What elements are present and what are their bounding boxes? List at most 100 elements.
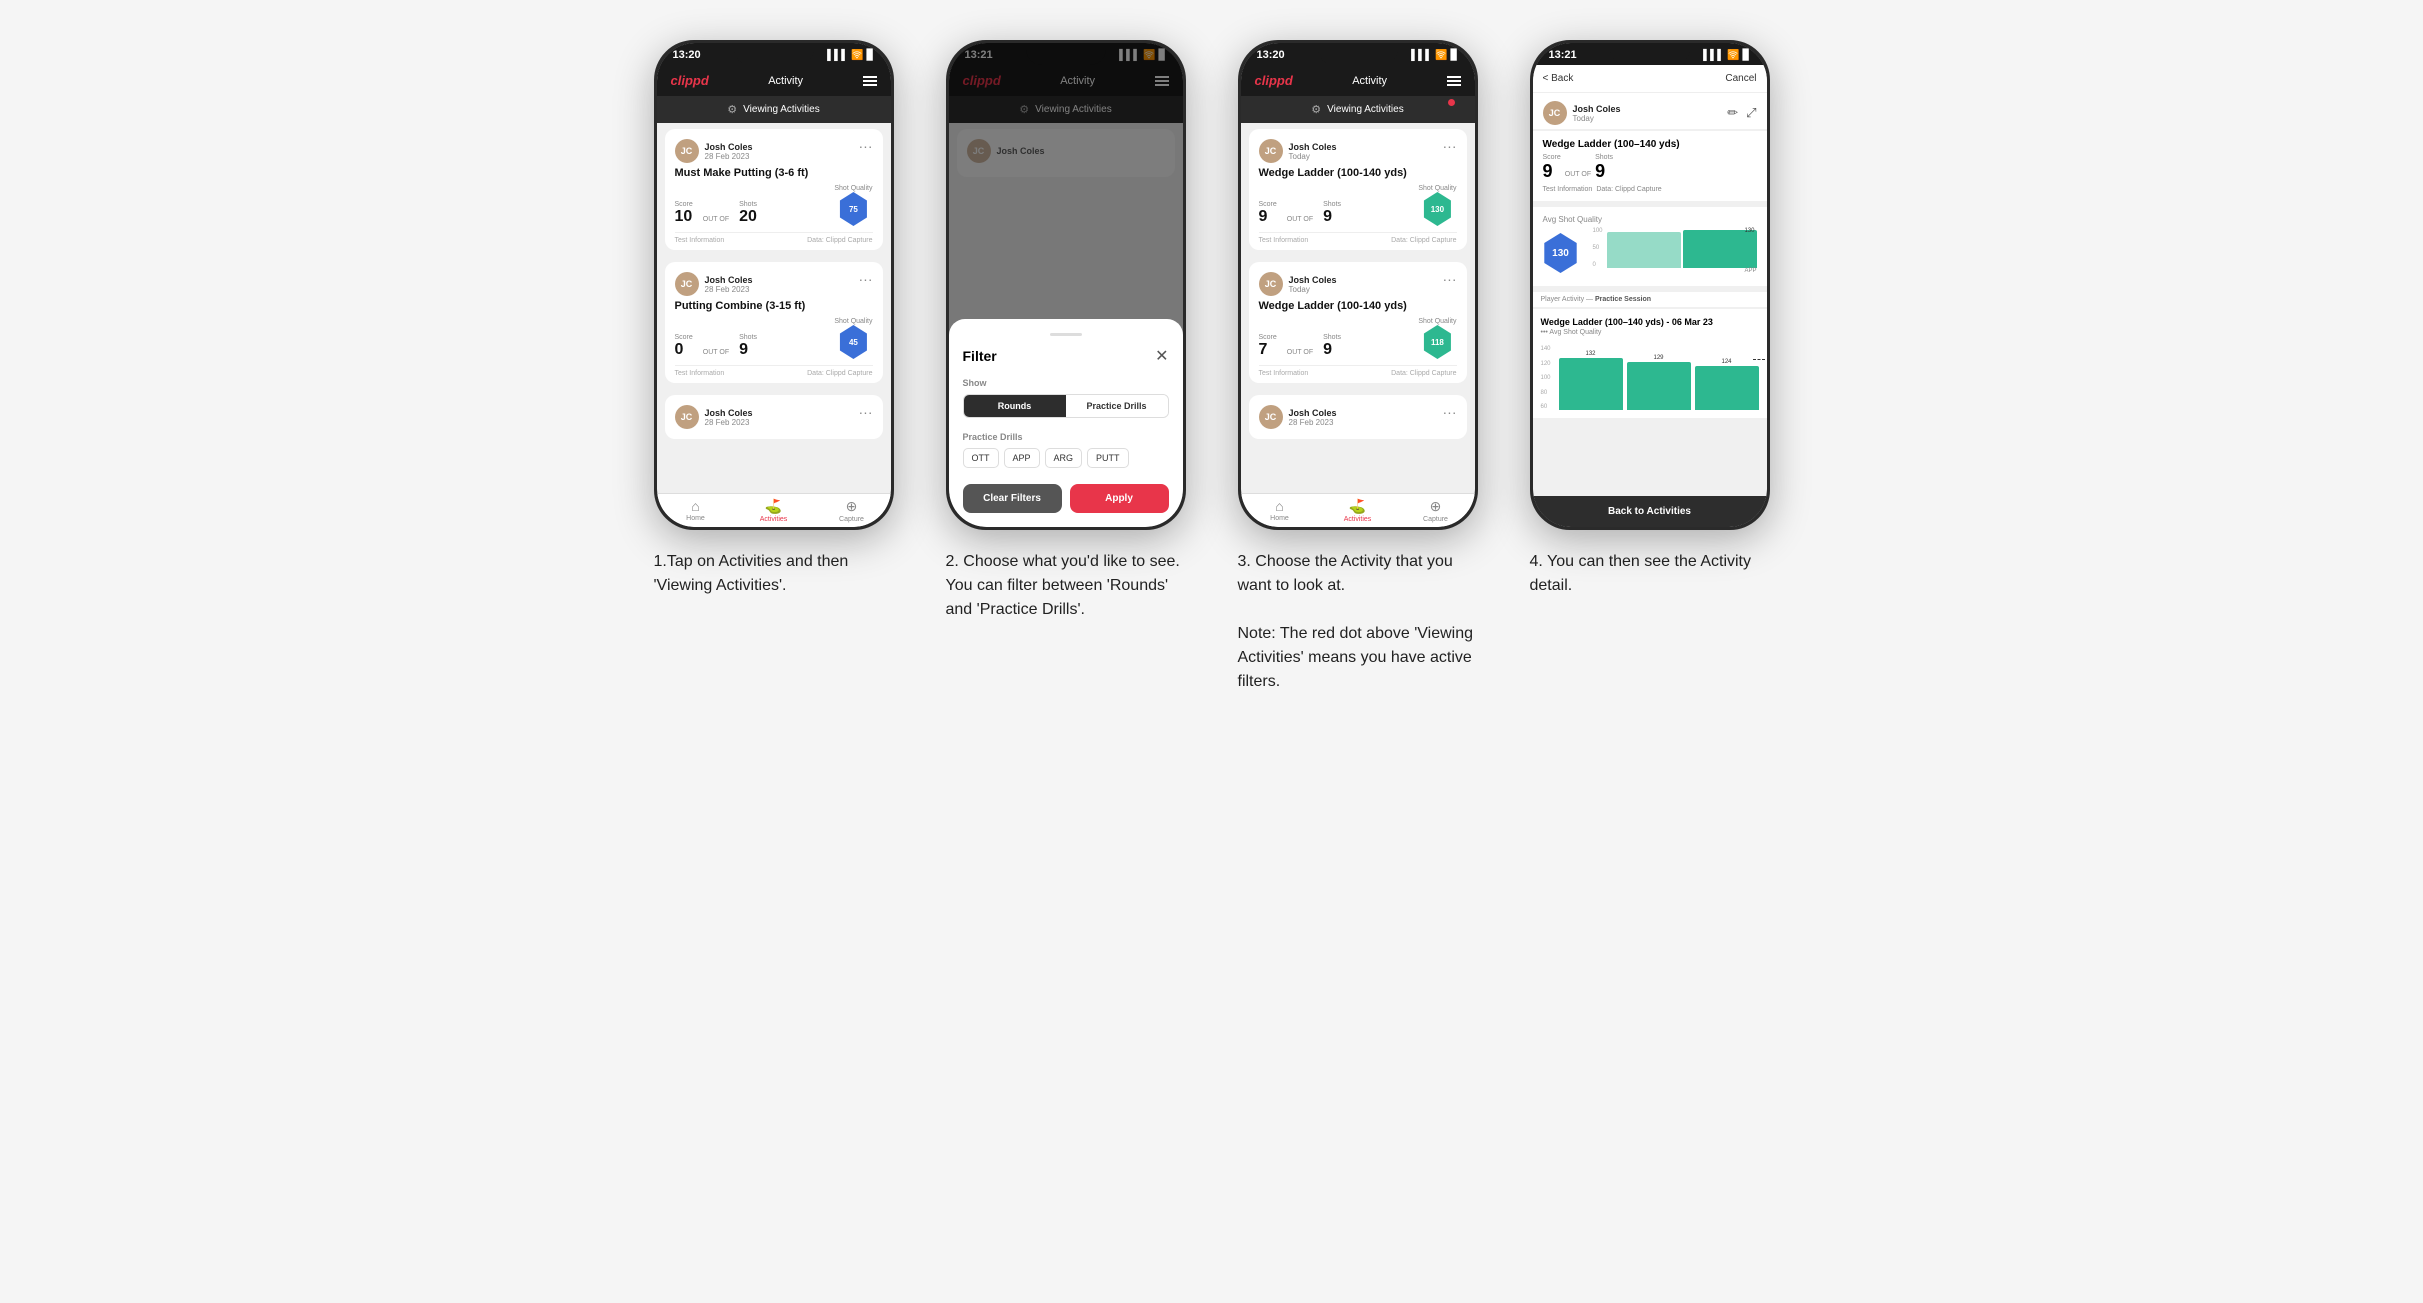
- activity-card-3-partial[interactable]: JC Josh Coles 28 Feb 2023 ···: [665, 395, 883, 439]
- capture-label-1: Capture: [839, 516, 864, 523]
- avatar-4: JC: [1543, 101, 1567, 125]
- drill-tag-arg[interactable]: ARG: [1045, 448, 1083, 468]
- hamburger-1[interactable]: [863, 76, 877, 86]
- phone-col-2: 13:21 ▌▌▌ 🛜 ▊ clippd Activity ⚙ Viewing …: [936, 40, 1196, 622]
- battery-icon-4: ▊: [1743, 50, 1751, 61]
- tab-capture-3[interactable]: ⊕ Capture: [1397, 498, 1475, 523]
- more-dots-3-2[interactable]: ···: [1443, 272, 1457, 286]
- desc-2: 2. Choose what you'd like to see. You ca…: [946, 550, 1186, 622]
- tab-activities-1[interactable]: ⛳ Activities: [735, 498, 813, 523]
- tab-home-3[interactable]: ⌂ Home: [1241, 498, 1319, 523]
- drill-tags: OTT APP ARG PUTT: [963, 448, 1169, 468]
- card-footer-2: Test Information Data: Clippd Capture: [675, 365, 873, 377]
- time-1: 13:20: [673, 49, 701, 61]
- clear-filters-button[interactable]: Clear Filters: [963, 484, 1062, 513]
- desc-4: 4. You can then see the Activity detail.: [1530, 550, 1770, 598]
- phone-col-1: 13:20 ▌▌▌ 🛜 ▊ clippd Activity ⚙: [644, 40, 904, 598]
- status-icons-1: ▌▌▌ 🛜 ▊: [827, 50, 874, 61]
- stat-score-1: Score 10: [675, 201, 693, 226]
- hamburger-3[interactable]: [1447, 76, 1461, 86]
- nav-title-3: Activity: [1352, 75, 1387, 87]
- avatar-3-2: JC: [1259, 272, 1283, 296]
- expand-icon[interactable]: ⤢: [1746, 105, 1756, 121]
- more-dots-3-1[interactable]: ···: [1443, 139, 1457, 153]
- activity-card-3-1[interactable]: JC Josh Coles Today ··· Wedge Ladder (10…: [1249, 129, 1467, 250]
- detail-user-row: JC Josh Coles Today ✏ ⤢: [1533, 93, 1767, 129]
- more-dots-1[interactable]: ···: [859, 139, 873, 153]
- desc-3: 3. Choose the Activity that you want to …: [1238, 550, 1478, 694]
- card-footer-1: Test Information Data: Clippd Capture: [675, 232, 873, 244]
- viewing-bar-text-3: Viewing Activities: [1327, 104, 1404, 115]
- filter-modal-overlay: Filter ✕ Show Rounds Practice Drills Pra…: [949, 43, 1183, 527]
- wifi-icon: 🛜: [851, 50, 863, 61]
- activity-title-1: Must Make Putting (3-6 ft): [675, 167, 873, 179]
- time-4: 13:21: [1549, 49, 1577, 61]
- user-name-2: Josh Coles: [705, 275, 753, 285]
- screen-content-4: JC Josh Coles Today ✏ ⤢: [1533, 93, 1767, 496]
- tab-capture-1[interactable]: ⊕ Capture: [813, 498, 891, 523]
- filter-modal-sheet: Filter ✕ Show Rounds Practice Drills Pra…: [949, 319, 1183, 527]
- sq-val-1: 75: [849, 205, 858, 214]
- phone-2-screen: 13:21 ▌▌▌ 🛜 ▊ clippd Activity ⚙ Viewing …: [949, 43, 1183, 527]
- viewing-bar-1[interactable]: ⚙ Viewing Activities: [657, 96, 891, 123]
- back-to-activities-button[interactable]: Back to Activities: [1533, 496, 1767, 527]
- activity-card-2[interactable]: JC Josh Coles 28 Feb 2023 ··· Putting Co…: [665, 262, 883, 383]
- stats-row-1: Score 10 OUT OF Shots 20 Shot Quality: [675, 185, 873, 226]
- activity-card-1[interactable]: JC Josh Coles 28 Feb 2023 ··· Must Make …: [665, 129, 883, 250]
- more-dots-2[interactable]: ···: [859, 272, 873, 286]
- battery-icon-3: ▊: [1451, 50, 1459, 61]
- apply-button[interactable]: Apply: [1070, 484, 1169, 513]
- phone-3-screen: 13:20 ▌▌▌ 🛜 ▊ clippd Activity ⚙ Viewing …: [1241, 43, 1475, 527]
- stat-shots-1: Shots 20: [739, 201, 757, 226]
- edit-icon[interactable]: ✏: [1727, 105, 1738, 121]
- viewing-bar-3[interactable]: ⚙ Viewing Activities: [1241, 96, 1475, 123]
- activity-detail-chart: Wedge Ladder (100–140 yds) - 06 Mar 23 •…: [1533, 309, 1767, 418]
- phone-4-screen: 13:21 ▌▌▌ 🛜 ▊ < Back Cancel: [1533, 43, 1767, 527]
- battery-icon: ▊: [867, 50, 875, 61]
- phone-1: 13:20 ▌▌▌ 🛜 ▊ clippd Activity ⚙: [654, 40, 894, 530]
- phone-col-4: 13:21 ▌▌▌ 🛜 ▊ < Back Cancel: [1520, 40, 1780, 598]
- screen-content-3: JC Josh Coles Today ··· Wedge Ladder (10…: [1241, 123, 1475, 493]
- avatar-3-1: JC: [1259, 139, 1283, 163]
- close-icon[interactable]: ✕: [1155, 346, 1168, 366]
- notch-3: [1318, 43, 1398, 65]
- tab-activities-3[interactable]: ⛳ Activities: [1319, 498, 1397, 523]
- card-header-1: JC Josh Coles 28 Feb 2023 ···: [675, 139, 873, 163]
- nav-bar-3: clippd Activity: [1241, 65, 1475, 96]
- modal-header: Filter ✕: [963, 346, 1169, 366]
- filter-tab-practice[interactable]: Practice Drills: [1066, 395, 1168, 417]
- sq-section: Avg Shot Quality 130 100 50: [1533, 207, 1767, 286]
- modal-actions: Clear Filters Apply: [963, 484, 1169, 513]
- cancel-button[interactable]: Cancel: [1725, 73, 1756, 84]
- notch-4: [1610, 43, 1690, 65]
- activity-card-3-2[interactable]: JC Josh Coles Today ··· Wedge Ladder (10…: [1249, 262, 1467, 383]
- activity-card-3-partial[interactable]: JC Josh Coles 28 Feb 2023 ···: [1249, 395, 1467, 439]
- settings-icon-1: ⚙: [727, 103, 737, 116]
- phone-2: 13:21 ▌▌▌ 🛜 ▊ clippd Activity ⚙ Viewing …: [946, 40, 1186, 530]
- detail-header: < Back Cancel: [1533, 65, 1767, 93]
- activities-label-1: Activities: [760, 516, 788, 523]
- logo-3: clippd: [1255, 73, 1293, 88]
- drill-tag-app[interactable]: APP: [1004, 448, 1040, 468]
- drill-tag-ott[interactable]: OTT: [963, 448, 999, 468]
- show-label: Show: [963, 378, 1169, 388]
- wifi-icon-3: 🛜: [1435, 50, 1447, 61]
- filter-title: Filter: [963, 348, 997, 364]
- back-button[interactable]: < Back: [1543, 73, 1574, 84]
- more-dots-3[interactable]: ···: [859, 405, 873, 419]
- user-name-1: Josh Coles: [705, 142, 753, 152]
- phones-row: 13:20 ▌▌▌ 🛜 ▊ clippd Activity ⚙: [644, 40, 1780, 694]
- phone-1-screen: 13:20 ▌▌▌ 🛜 ▊ clippd Activity ⚙: [657, 43, 891, 527]
- practice-drills-label: Practice Drills: [963, 432, 1169, 442]
- card-header-2: JC Josh Coles 28 Feb 2023 ···: [675, 272, 873, 296]
- logo-1: clippd: [671, 73, 709, 88]
- user-info-2: JC Josh Coles 28 Feb 2023: [675, 272, 753, 296]
- tab-home-1[interactable]: ⌂ Home: [657, 498, 735, 523]
- phone-col-3: 13:20 ▌▌▌ 🛜 ▊ clippd Activity ⚙ Viewing …: [1228, 40, 1488, 694]
- drill-tag-putt[interactable]: PUTT: [1087, 448, 1129, 468]
- red-dot-3: [1448, 99, 1455, 106]
- user-date-1: 28 Feb 2023: [705, 152, 753, 161]
- filter-tab-rounds[interactable]: Rounds: [964, 395, 1066, 417]
- notch-1: [734, 43, 814, 65]
- avatar-3: JC: [675, 405, 699, 429]
